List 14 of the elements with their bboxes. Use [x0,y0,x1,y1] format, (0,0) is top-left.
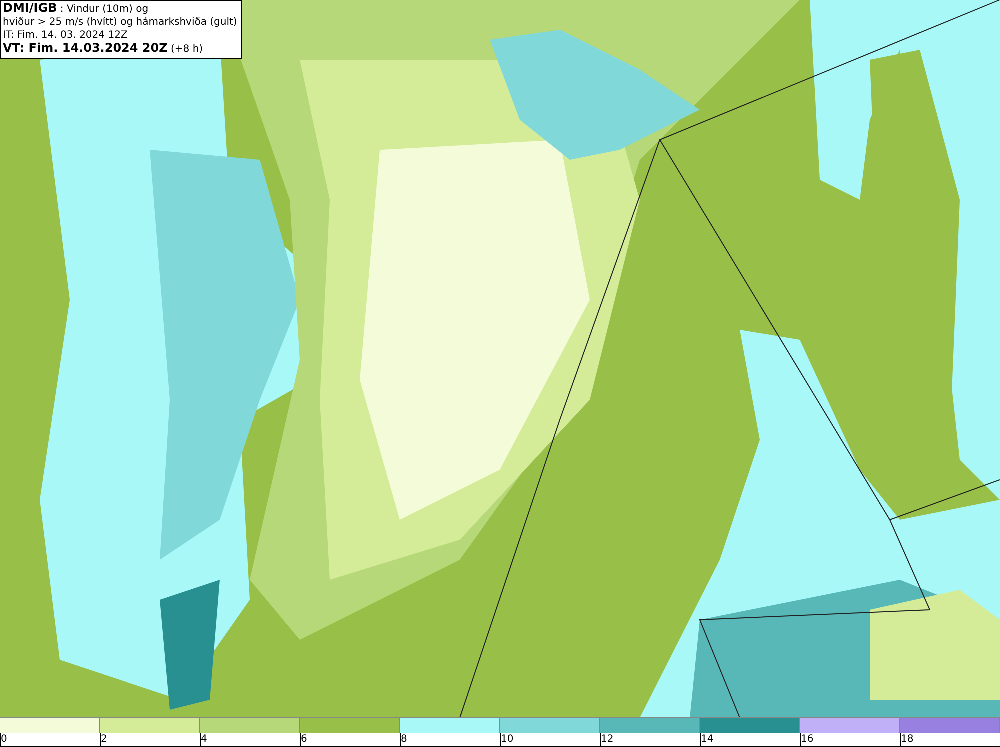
info-line: IT: Fim. 14. 03. 2024 12Z [3,29,129,42]
info-line: hviður > 25 m/s (hvítt) og hámarkshviða (gult) [3,16,238,29]
legend-tick-label: 10 [501,733,514,746]
info-line: DMI/IGB : Vindur (10m) og [3,2,150,16]
legend-tick-label: 12 [601,733,614,746]
legend-tick-label: 14 [701,733,714,746]
info-line: VT: Fim. 14.03.2024 20Z (+8 h) [3,42,204,56]
legend-tick-label: 16 [801,733,814,746]
legend-tick-label: 6 [301,733,308,746]
legend-tick-label: 8 [401,733,408,746]
legend-tick-label: 18 [901,733,914,746]
legend-tick-label: 0 [1,733,8,746]
legend-tick-label: 2 [101,733,108,746]
legend-tick-label: 4 [201,733,208,746]
